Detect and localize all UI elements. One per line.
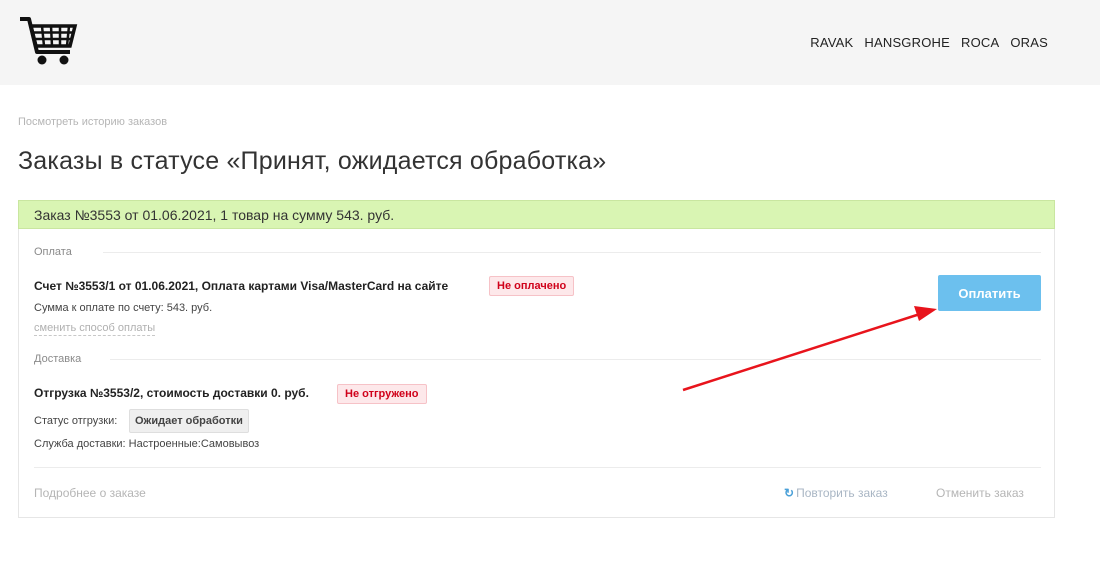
delivery-service-text: Служба доставки: Настроенные:Самовывоз xyxy=(34,438,260,450)
brand-link-ravak[interactable]: RAVAK xyxy=(810,35,853,50)
payment-sum-text: Сумма к оплате по счету: 543. руб. xyxy=(34,302,213,314)
brand-link-oras[interactable]: ORAS xyxy=(1010,35,1048,50)
footer-divider xyxy=(34,467,1041,468)
brand-nav: RAVAK HANSGROHE ROCA ORAS xyxy=(799,35,1048,50)
shipment-status-badge: Не отгружено xyxy=(337,384,427,404)
shipment-title: Отгрузка №3553/2, стоимость доставки 0. … xyxy=(34,386,309,400)
pay-button[interactable]: Оплатить xyxy=(938,275,1041,311)
shipment-status-label: Статус отгрузки: xyxy=(34,415,118,427)
delivery-divider xyxy=(110,359,1041,360)
shipment-status-value: Ожидает обработки xyxy=(129,409,249,433)
top-bar: RAVAK HANSGROHE ROCA ORAS xyxy=(0,0,1100,85)
repeat-order-label: Повторить заказ xyxy=(796,486,888,500)
order-history-link[interactable]: Посмотреть историю заказов xyxy=(18,116,167,128)
order-card: Заказ №3553 от 01.06.2021, 1 товар на су… xyxy=(18,200,1055,518)
order-header: Заказ №3553 от 01.06.2021, 1 товар на су… xyxy=(18,200,1055,229)
payment-divider xyxy=(103,252,1041,253)
order-details-link[interactable]: Подробнее о заказе xyxy=(34,486,146,500)
shopping-cart-icon[interactable] xyxy=(18,14,78,68)
payment-section-label: Оплата xyxy=(34,246,72,258)
brand-link-hansgrohe[interactable]: HANSGROHE xyxy=(864,35,950,50)
bill-title: Счет №3553/1 от 01.06.2021, Оплата карта… xyxy=(34,279,449,293)
page-title: Заказы в статусе «Принят, ожидается обра… xyxy=(18,147,607,175)
order-header-text: Заказ №3553 от 01.06.2021, 1 товар на су… xyxy=(34,207,395,223)
delivery-section-label: Доставка xyxy=(34,353,82,365)
brand-link-roca[interactable]: ROCA xyxy=(961,35,999,50)
repeat-order-link[interactable]: ↻ Повторить заказ xyxy=(784,486,888,500)
cancel-order-link[interactable]: Отменить заказ xyxy=(936,486,1024,500)
refresh-icon: ↻ xyxy=(784,486,795,500)
payment-status-badge: Не оплачено xyxy=(489,276,575,296)
change-payment-link[interactable]: сменить способ оплаты xyxy=(34,322,156,336)
